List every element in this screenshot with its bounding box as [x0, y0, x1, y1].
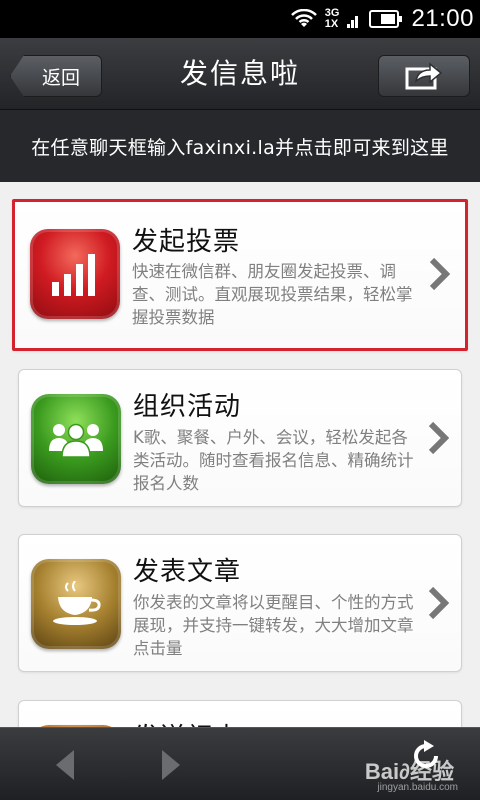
hint-text: 在任意聊天框输入faxinxi.la并点击即可来到这里 — [31, 136, 449, 159]
clock: 21:00 — [411, 5, 474, 32]
people-icon — [31, 394, 121, 484]
signal-icon — [347, 16, 359, 28]
article-card-title: 发表文章 — [133, 557, 242, 587]
activity-card[interactable]: 组织活动 K歌、聚餐、户外、会议，轻松发起各类活动。随时查看报名信息、精确统计报… — [18, 369, 462, 507]
forward-arrow-icon[interactable] — [160, 750, 182, 780]
activity-card-description: K歌、聚餐、户外、会议，轻松发起各类活动。随时查看报名信息、精确统计报名人数 — [133, 428, 414, 493]
greeting-card[interactable]: 发送祝卡 — [18, 700, 462, 727]
wifi-icon — [290, 9, 317, 27]
bar-chart-icon — [30, 229, 120, 319]
back-button[interactable]: 返回 — [10, 55, 102, 97]
chevron-right-icon — [428, 586, 449, 620]
nav-bar: 返回 发信息啦 — [0, 38, 480, 110]
activity-card-title: 组织活动 — [133, 392, 242, 422]
status-bar: 3G 1X 21:00 — [0, 0, 480, 38]
feature-list: 发起投票 快速在微信群、朋友圈发起投票、调查、测试。直观展现投票结果，轻松掌握投… — [0, 182, 480, 727]
back-button-label: 返回 — [41, 66, 80, 89]
vote-card-description: 快速在微信群、朋友圈发起投票、调查、测试。直观展现投票结果，轻松掌握投票数据 — [132, 262, 413, 327]
network-indicator: 3G 1X — [325, 8, 340, 30]
share-button[interactable] — [378, 55, 470, 97]
watermark-url: jingyan.baidu.com — [377, 782, 458, 793]
hint-banner: 在任意聊天框输入faxinxi.la并点击即可来到这里 — [0, 110, 480, 182]
network-1x-label: 1X — [324, 18, 339, 30]
vote-card-title: 发起投票 — [132, 227, 241, 257]
greeting-card-title: 发送祝卡 — [133, 717, 241, 727]
share-icon — [405, 62, 443, 90]
chevron-right-icon — [429, 257, 450, 291]
article-card[interactable]: 发表文章 你发表的文章将以更醒目、个性的方式展现，并支持一键转发，大大增加文章点… — [18, 534, 462, 672]
bottom-toolbar: Bai∂经验 jingyan.baidu.com — [0, 727, 480, 800]
vote-card[interactable]: 发起投票 快速在微信群、朋友圈发起投票、调查、测试。直观展现投票结果，轻松掌握投… — [12, 199, 468, 351]
chevron-right-icon — [428, 421, 449, 455]
coffee-cup-icon — [31, 559, 121, 649]
article-card-description: 你发表的文章将以更醒目、个性的方式展现，并支持一键转发，大大增加文章点击量 — [133, 593, 414, 658]
battery-icon — [369, 10, 403, 28]
back-arrow-icon[interactable] — [54, 750, 76, 780]
